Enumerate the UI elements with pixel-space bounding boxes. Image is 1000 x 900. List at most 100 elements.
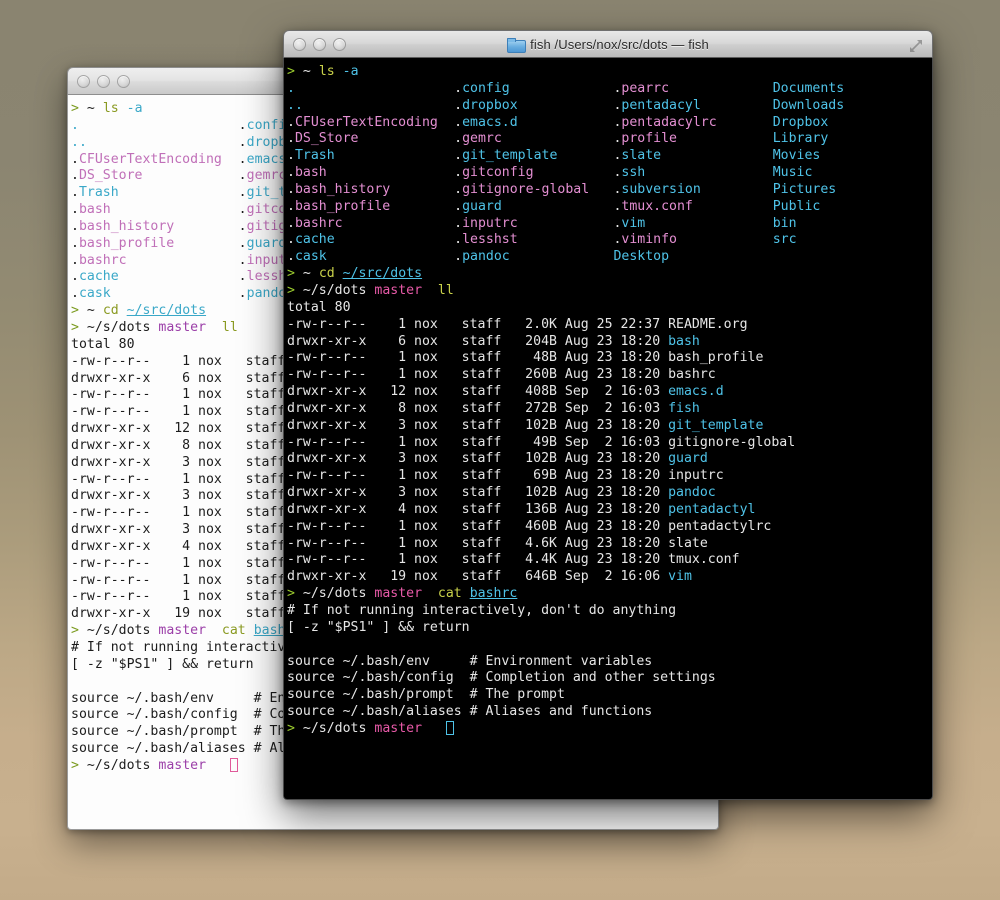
ls-entry: .bashrc [287,215,343,231]
ls-entry: Documents [772,80,845,96]
ll-row-filename: git_template [668,417,764,433]
close-button[interactable] [77,75,90,88]
ls-entry: .config [454,80,510,96]
prompt-cwd: ~ [86,101,95,116]
prompt-git-branch: master [158,623,207,639]
command-name: ll [437,282,454,298]
ll-row-meta: drwxr-xr-x 6 nox staff 204B Aug 23 18:20 [287,333,669,349]
ls-entry: .gemrc [454,131,502,147]
ls-entry: Movies [772,148,821,164]
ll-row-meta: drwxr-xr-x 3 nox staff 102B Aug 23 18:20 [287,417,669,433]
ls-output-row: .CFUserTextEncoding .emacs.d .pentadacylrc… [287,115,932,132]
front-window-title-text: fish /Users/nox/src/dots — fish [530,36,709,52]
prompt-arrow: > [287,64,295,79]
ls-entry: .gitconfig [454,165,534,181]
ll-row-meta: drwxr-xr-x 4 nox staff 136B Aug 23 18:20 [287,501,669,517]
ls-entry: .lesshst [454,232,518,248]
command-flag: -a [126,101,143,116]
ls-entry: .pentadacylrc [613,114,717,130]
ls-output-row: .bash_history .gitignore-global .subversio… [287,182,932,199]
command-line-ls: > ~ ls -a [287,64,932,81]
command-line-cat: > ~/s/dots master cat bashrc [287,586,932,603]
ll-row-meta: drwxr-xr-x 8 nox staff 272B Sep 2 16:03 [287,400,669,416]
fullscreen-icon[interactable] [909,38,923,52]
ls-entry: .DS_Store [287,131,359,147]
table-row: drwxr-xr-x 8 nox staff 272B Sep 2 16:03 … [287,401,932,418]
prompt-arrow: > [71,303,79,319]
command-name: ls [102,101,119,116]
ll-row-filename: emacs.d [668,384,724,400]
ls-entry: .cache [71,269,119,285]
ll-row-filename: README.org [668,316,748,332]
ls-entry: .tmux.conf [613,198,693,214]
table-row: drwxr-xr-x 12 nox staff 408B Sep 2 16:03… [287,384,932,401]
ls-entry: .vim [613,215,646,231]
ll-row-meta: drwxr-xr-x 3 nox staff 102B Aug 23 18:20 [287,485,669,501]
command-name: cd [102,303,119,319]
ls-entry: Dropbox [772,114,829,130]
ls-entry: . [287,80,295,96]
prompt-cwd: ~ [86,303,95,319]
cat-output-line: source ~/.bash/prompt # The prompt [287,687,565,703]
ls-entry [773,249,932,266]
ls-entry: .viminfo [613,232,677,248]
zoom-button[interactable] [117,75,130,88]
ls-entry: .git_template [454,148,558,164]
minimize-button[interactable] [97,75,110,88]
ls-output-row: .bash_profile .guard .tmux.conf Public [287,199,932,216]
cat-output-line: source ~/.bash/config # Completion and o… [287,670,716,686]
ls-entry: Library [772,131,829,147]
ls-entry: .. [287,97,303,113]
ls-entry: .pearrc [613,80,670,96]
prompt-git-branch: master [374,586,423,602]
ll-row-meta: -rw-r--r-- 1 nox staff 2.0K Aug 25 22:37 [287,316,669,332]
command-name: cd [318,266,335,282]
ls-entry: .pandoc [454,249,510,265]
front-window-traffic-lights[interactable] [293,38,346,51]
prompt-arrow: > [287,282,295,298]
ls-entry: .bashrc [71,252,127,268]
ls-entry: .Trash [287,148,335,164]
zoom-button[interactable] [333,38,346,51]
active-prompt-line[interactable]: > ~/s/dots master [287,720,932,738]
prompt-arrow: > [71,101,79,116]
close-button[interactable] [293,38,306,51]
text-cursor[interactable] [229,757,238,772]
cat-output-line: [ -z "$PS1" ] && return [287,619,470,635]
ls-entry: .slate [613,148,662,164]
ls-entry: Downloads [772,97,845,113]
ls-entry: .bash_history [287,181,391,197]
front-terminal-content[interactable]: > ~ ls -a. .config .pearrc Documents .. .drop… [283,58,933,800]
ll-row-filename: gitignore-global [668,434,796,450]
table-row: drwxr-xr-x 19 nox staff 646B Sep 2 16:06… [287,569,932,586]
table-row: drwxr-xr-x 4 nox staff 136B Aug 23 18:20… [287,502,932,519]
prompt-git-branch: master [158,757,207,773]
foreground-terminal-window[interactable]: fish /Users/nox/src/dots — fish > ~ ls -… [283,30,933,800]
minimize-button[interactable] [313,38,326,51]
table-row: drwxr-xr-x 3 nox staff 102B Aug 23 18:20… [287,418,932,435]
back-window-traffic-lights[interactable] [77,75,130,88]
table-row: -rw-r--r-- 1 nox staff 49B Sep 2 16:03 g… [287,435,932,452]
ls-output-row: .bashrc .inputrc .vim bin [287,216,932,233]
table-row: -rw-r--r-- 1 nox staff 460B Aug 23 18:20… [287,519,932,536]
ll-row-filename: pandoc [668,485,716,501]
prompt-arrow: > [71,319,79,335]
command-name: ls [318,64,335,79]
ll-row-filename: guard [668,451,708,467]
command-name: cat [437,586,462,602]
command-name: cat [221,623,246,639]
ls-entry: .bash_history [71,218,175,234]
table-row: drwxr-xr-x 3 nox staff 102B Aug 23 18:20… [287,451,932,468]
command-flag: -a [342,64,359,79]
command-name: ll [221,319,238,335]
ll-row-filename: inputrc [668,468,724,484]
text-cursor[interactable] [445,720,454,735]
front-window-titlebar[interactable]: fish /Users/nox/src/dots — fish [283,30,933,58]
ls-entry: .bash_profile [71,235,175,251]
ls-output-row: .. .dropbox .pentadacyl Downloads [287,98,932,115]
prompt-cwd: ~/s/dots [302,282,367,298]
ll-row-meta: drwxr-xr-x 12 nox staff 408B Sep 2 16:03 [287,384,669,400]
ls-entry: Public [772,198,821,214]
table-row: -rw-r--r-- 1 nox staff 260B Aug 23 18:20… [287,367,932,384]
cat-output-line: source ~/.bash/aliases # Aliases and fun… [287,704,653,720]
